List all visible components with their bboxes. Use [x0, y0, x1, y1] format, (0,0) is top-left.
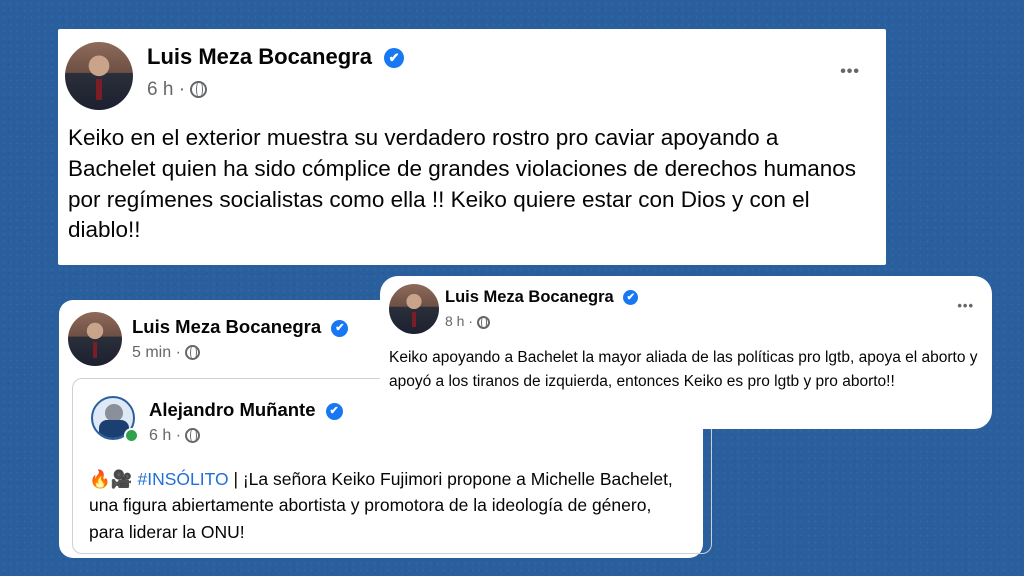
post-card-2: Luis Meza Bocanegra ✔ 8 h · ••• Keiko ap… [380, 276, 992, 429]
avatar[interactable] [389, 284, 439, 334]
online-indicator [124, 428, 139, 443]
timestamp[interactable]: 6 h [149, 427, 171, 444]
timestamp[interactable]: 5 min [132, 344, 171, 361]
hashtag-link[interactable]: #INSÓLITO [137, 469, 228, 489]
more-options-icon[interactable]: ••• [840, 63, 860, 81]
separator-dot: · [468, 313, 474, 329]
fire-camera-emoji: 🔥🎥 [89, 469, 133, 489]
shared-post-text: 🔥🎥 #INSÓLITO | ¡La señora Keiko Fujimori… [89, 466, 689, 545]
post-text: Keiko apoyando a Bachelet la mayor aliad… [389, 349, 978, 391]
timestamp[interactable]: 8 h [445, 313, 464, 329]
globe-icon [185, 345, 201, 361]
shared-post-meta: 6 h · [149, 427, 201, 445]
globe-icon [185, 428, 201, 444]
author-name[interactable]: Luis Meza Bocanegra ✔ [445, 288, 639, 307]
separator-dot: · [178, 79, 186, 100]
author-name-text[interactable]: Luis Meza Bocanegra [132, 316, 321, 337]
separator-dot: · [175, 344, 181, 361]
verified-icon: ✔ [623, 290, 639, 306]
separator-dot: · [175, 427, 182, 444]
author-name[interactable]: Luis Meza Bocanegra ✔ [132, 316, 349, 338]
shared-author-name-text[interactable]: Alejandro Muñante [149, 399, 316, 420]
author-name[interactable]: Luis Meza Bocanegra ✔ [147, 44, 405, 70]
verified-icon: ✔ [384, 48, 405, 69]
post-meta: 5 min · [132, 344, 201, 362]
post-meta: 6 h · [147, 79, 208, 101]
avatar[interactable] [68, 312, 122, 366]
globe-icon [190, 81, 208, 99]
shared-author-name[interactable]: Alejandro Muñante ✔ [149, 399, 343, 421]
post-card-1: Luis Meza Bocanegra ✔ 6 h · ••• Keiko en… [58, 29, 886, 265]
verified-icon: ✔ [331, 319, 349, 337]
author-name-text[interactable]: Luis Meza Bocanegra [445, 288, 614, 306]
author-name-text[interactable]: Luis Meza Bocanegra [147, 44, 372, 69]
post-meta: 8 h · [445, 313, 490, 329]
timestamp[interactable]: 6 h [147, 79, 173, 100]
more-options-icon[interactable]: ••• [957, 298, 974, 313]
post-text: Keiko en el exterior muestra su verdader… [68, 125, 857, 243]
avatar[interactable] [65, 42, 133, 110]
globe-icon [476, 315, 490, 329]
verified-icon: ✔ [325, 402, 343, 420]
